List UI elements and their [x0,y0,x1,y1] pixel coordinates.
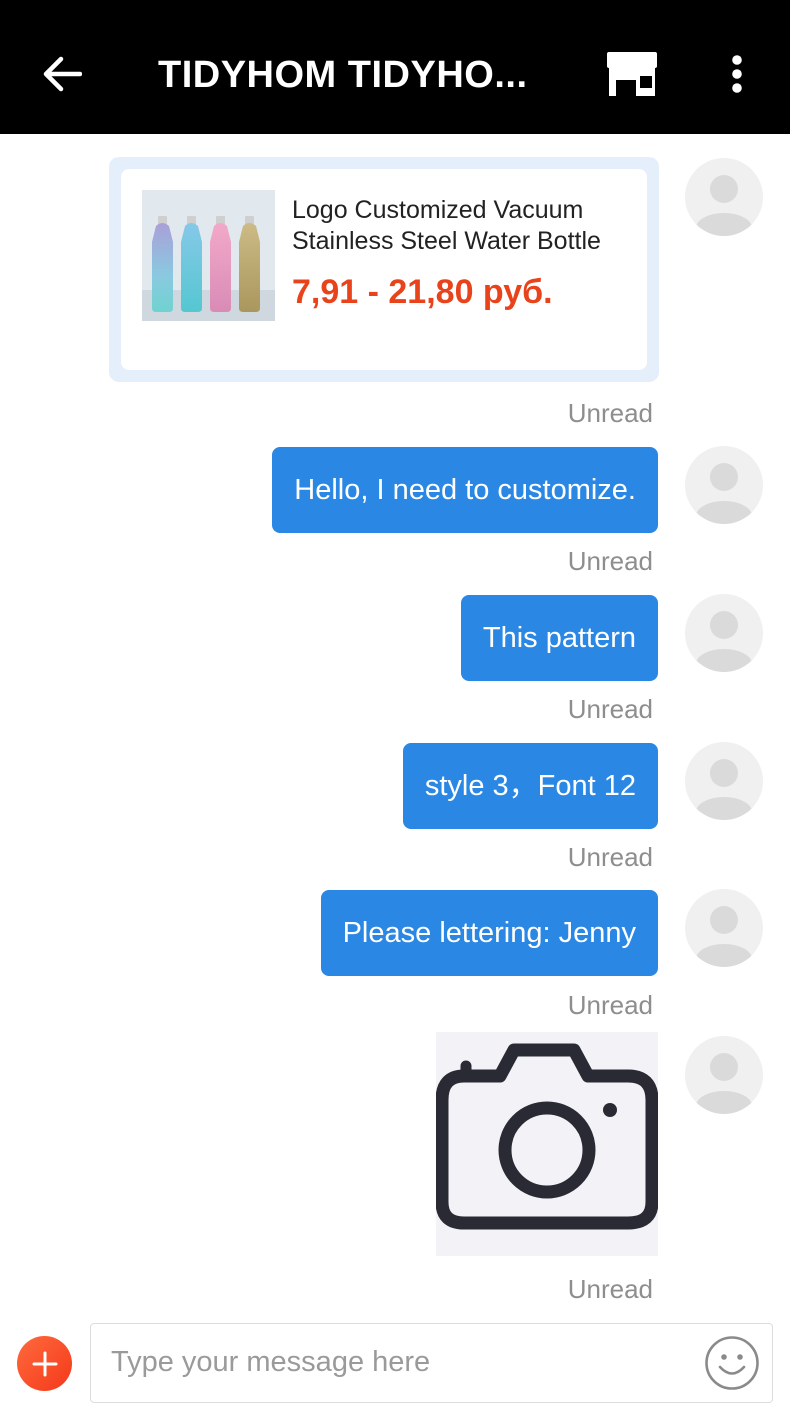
image-message[interactable] [435,1032,659,1256]
message-input[interactable] [111,1324,691,1401]
store-icon [607,52,657,96]
user-icon [696,906,752,967]
more-vertical-icon [732,55,742,93]
avatar [685,1036,763,1114]
user-icon [696,463,752,524]
chat-title: TIDYHOM TIDYHO... [158,54,528,96]
plus-icon [32,1351,57,1376]
arrow-left-icon [43,56,82,92]
avatar [685,594,763,672]
product-message: Logo Customized Vacuum Stainless Steel W… [109,157,659,382]
product-price: 7,91 - 21,80 руб. [292,273,553,311]
store-button[interactable] [600,46,664,102]
read-status: Unread [567,1274,653,1304]
message-bubble[interactable]: This pattern [460,595,658,681]
avatar [685,158,763,236]
user-icon [696,759,752,820]
more-button[interactable] [716,46,758,102]
user-icon [696,175,752,236]
read-status: Unread [567,842,653,872]
user-icon [696,611,752,672]
add-attachment-button[interactable] [17,1336,72,1391]
user-icon [696,1053,752,1114]
back-button[interactable] [36,48,88,100]
product-name: Logo Customized Vacuum Stainless Steel W… [292,196,601,255]
message-bubble[interactable]: Please lettering: Jenny [320,890,658,976]
emoji-button[interactable] [704,1335,760,1391]
read-status: Unread [567,694,653,724]
read-status: Unread [567,398,653,428]
message-input-box [90,1323,773,1403]
message-bubble[interactable]: style 3，Font 12 [402,743,658,829]
message-bubble[interactable]: Hello, I need to customize. [272,447,658,533]
app-header: TIDYHOM TIDYHO... [0,0,790,134]
read-status: Unread [567,546,653,576]
read-status: Unread [567,990,653,1020]
chat-screen: TIDYHOM TIDYHO... Logo Customized Vacuum… [0,0,790,1416]
product-image [142,190,275,321]
avatar [685,446,763,524]
camera-icon [435,1043,659,1230]
avatar [685,742,763,820]
smiley-icon [705,1336,759,1390]
product-card[interactable]: Logo Customized Vacuum Stainless Steel W… [121,169,647,370]
avatar [685,889,763,967]
